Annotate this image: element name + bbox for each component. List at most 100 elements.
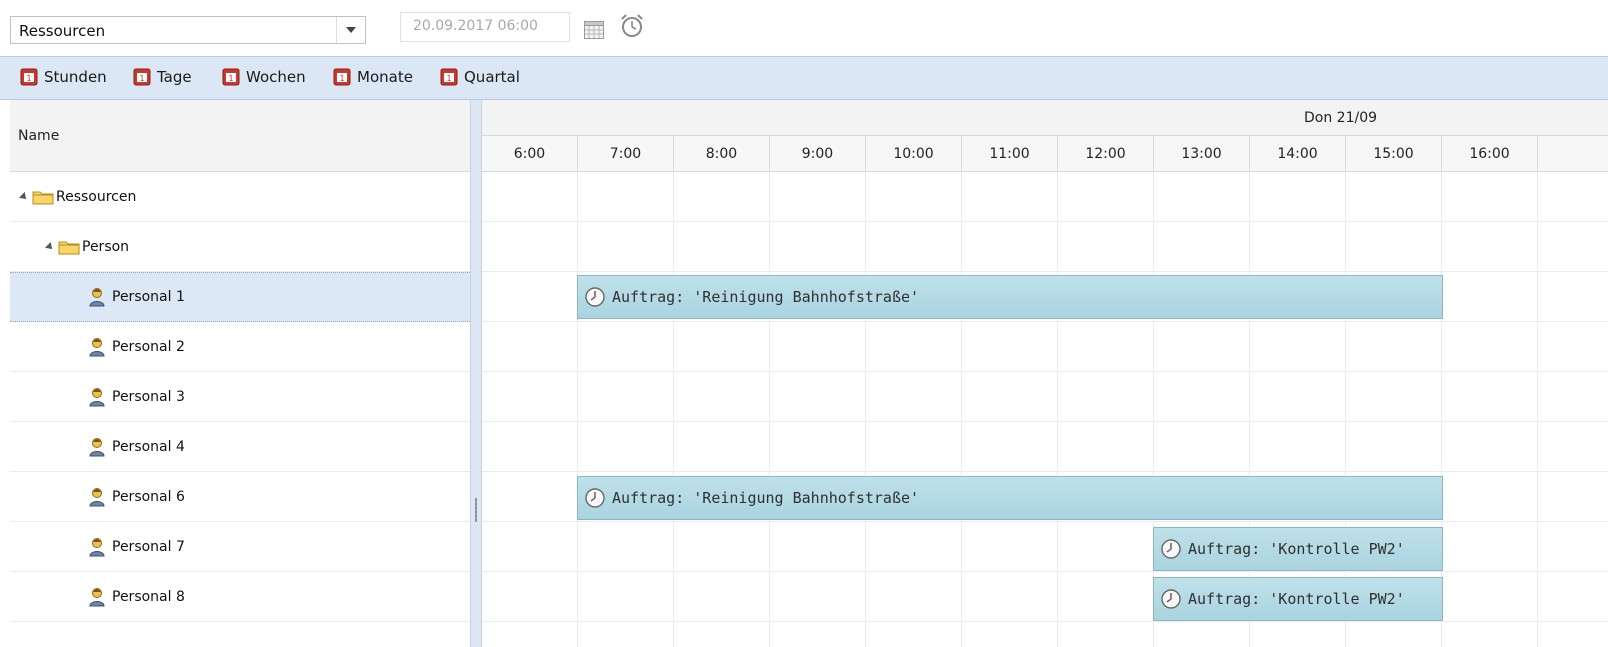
- resource-row-personal-6[interactable]: Personal 6: [10, 472, 470, 522]
- svg-text:1: 1: [26, 74, 31, 83]
- grid-line: [482, 271, 1608, 272]
- appointment-text: Auftrag: 'Reinigung Bahnhofstraße': [612, 489, 920, 507]
- grid-line: [1153, 172, 1154, 647]
- calendar-icon: 1: [440, 68, 458, 86]
- grid-line: [1249, 172, 1250, 647]
- appointment-text: Auftrag: 'Reinigung Bahnhofstraße': [612, 288, 920, 306]
- grid-line: [482, 571, 1608, 572]
- name-column-label: Name: [18, 128, 60, 144]
- resource-panel: Name Ressourcen Person Personal 1 Person…: [10, 100, 470, 647]
- view-button-stunden[interactable]: 1 Stunden: [20, 68, 107, 86]
- splitter-grip-icon[interactable]: [475, 498, 477, 522]
- folder-icon: [58, 241, 80, 254]
- person-icon: [89, 288, 105, 307]
- grid-line: [865, 172, 866, 647]
- appointment-text: Auftrag: 'Kontrolle PW2': [1188, 590, 1405, 608]
- hour-cell: 12:00: [1058, 136, 1154, 172]
- calendar-picker-icon[interactable]: [584, 21, 604, 39]
- resource-label: Personal 2: [112, 338, 185, 355]
- grid-line: [1345, 172, 1346, 647]
- collapse-arrow-icon[interactable]: [19, 191, 29, 202]
- view-button-quartal[interactable]: 1 Quartal: [440, 68, 520, 86]
- resource-row-personal-2[interactable]: Personal 2: [10, 322, 470, 372]
- grid-line: [482, 621, 1608, 622]
- grid-line: [673, 172, 674, 647]
- view-button-wochen[interactable]: 1 Wochen: [222, 68, 306, 86]
- person-icon: [89, 587, 105, 606]
- svg-text:1: 1: [446, 74, 451, 83]
- resource-row-personal-7[interactable]: Personal 7: [10, 522, 470, 572]
- clock-icon: [1161, 539, 1181, 559]
- top-toolbar: Ressourcen 20.09.2017 06:00: [0, 0, 1608, 56]
- resource-row-personal-4[interactable]: Personal 4: [10, 422, 470, 472]
- tree-row-label: Person: [82, 238, 130, 255]
- folder-icon: [32, 191, 54, 204]
- hour-cell: 14:00: [1250, 136, 1346, 172]
- grid-line: [482, 471, 1608, 472]
- grid-line: [482, 221, 1608, 222]
- resource-label: Personal 1: [112, 289, 185, 305]
- resource-label: Personal 6: [112, 488, 185, 505]
- collapse-arrow-icon[interactable]: [45, 241, 55, 252]
- hour-cell: 11:00: [962, 136, 1058, 172]
- resource-row-personal-8[interactable]: Personal 8: [10, 572, 470, 622]
- grid-line: [482, 321, 1608, 322]
- calendar-icon: 1: [222, 68, 240, 86]
- view-button-label: Tage: [157, 68, 192, 86]
- resource-selector[interactable]: Ressourcen: [10, 16, 366, 44]
- grid-line: [1537, 172, 1538, 647]
- resource-row-personal-1[interactable]: Personal 1: [10, 272, 470, 322]
- day-label: Don 21/09: [1304, 110, 1378, 126]
- hour-cell: 8:00: [674, 136, 770, 172]
- person-icon: [89, 437, 105, 456]
- appointment-kontrolle-personal-8[interactable]: Auftrag: 'Kontrolle PW2': [1153, 577, 1443, 621]
- tree-row-ressourcen[interactable]: Ressourcen: [10, 172, 470, 222]
- grid-line: [961, 172, 962, 647]
- svg-text:1: 1: [339, 74, 344, 83]
- hour-cell: 15:00: [1346, 136, 1442, 172]
- hour-cell: 13:00: [1154, 136, 1250, 172]
- person-icon: [89, 537, 105, 556]
- tree-row-person[interactable]: Person: [10, 222, 470, 272]
- panel-splitter[interactable]: [470, 100, 482, 647]
- name-column-header[interactable]: Name: [10, 100, 470, 172]
- person-icon: [89, 487, 105, 506]
- person-icon: [89, 337, 105, 356]
- timeline-grid: Don 21/09 6:00 7:00 8:00 9:00 10:00 11:0…: [482, 100, 1608, 647]
- date-input[interactable]: 20.09.2017 06:00: [400, 12, 570, 42]
- calendar-icon: 1: [133, 68, 151, 86]
- resource-row-personal-3[interactable]: Personal 3: [10, 372, 470, 422]
- hour-cell: 16:00: [1442, 136, 1538, 172]
- clock-icon: [1161, 589, 1181, 609]
- appointment-reinigung-personal-6[interactable]: Auftrag: 'Reinigung Bahnhofstraße': [577, 476, 1443, 520]
- hour-cell: 7:00: [578, 136, 674, 172]
- hour-header: 6:00 7:00 8:00 9:00 10:00 11:00 12:00 13…: [482, 136, 1608, 172]
- resource-label: Personal 7: [112, 538, 185, 555]
- tree-row-label: Ressourcen: [56, 188, 137, 205]
- grid-line: [1441, 172, 1442, 647]
- clock-icon: [585, 287, 605, 307]
- view-button-label: Stunden: [44, 68, 107, 86]
- view-button-label: Wochen: [246, 68, 306, 86]
- hour-cell: 10:00: [866, 136, 962, 172]
- calendar-icon: 1: [333, 68, 351, 86]
- svg-text:1: 1: [139, 74, 144, 83]
- hour-cell: 6:00: [482, 136, 578, 172]
- resource-label: Personal 3: [112, 388, 185, 405]
- view-button-label: Monate: [357, 68, 413, 86]
- view-button-tage[interactable]: 1 Tage: [133, 68, 192, 86]
- resource-label: Personal 8: [112, 588, 185, 605]
- hour-cell: 9:00: [770, 136, 866, 172]
- grid-line: [482, 371, 1608, 372]
- chevron-down-icon[interactable]: [336, 17, 365, 43]
- view-button-label: Quartal: [464, 68, 520, 86]
- resource-selector-value: Ressourcen: [19, 22, 106, 40]
- appointment-kontrolle-personal-7[interactable]: Auftrag: 'Kontrolle PW2': [1153, 527, 1443, 571]
- calendar-icon: 1: [20, 68, 38, 86]
- resource-label: Personal 4: [112, 438, 185, 455]
- appointment-text: Auftrag: 'Kontrolle PW2': [1188, 540, 1405, 558]
- appointment-reinigung-personal-1[interactable]: Auftrag: 'Reinigung Bahnhofstraße': [577, 275, 1443, 319]
- alarm-clock-icon[interactable]: [620, 13, 644, 39]
- view-button-monate[interactable]: 1 Monate: [333, 68, 413, 86]
- clock-icon: [585, 488, 605, 508]
